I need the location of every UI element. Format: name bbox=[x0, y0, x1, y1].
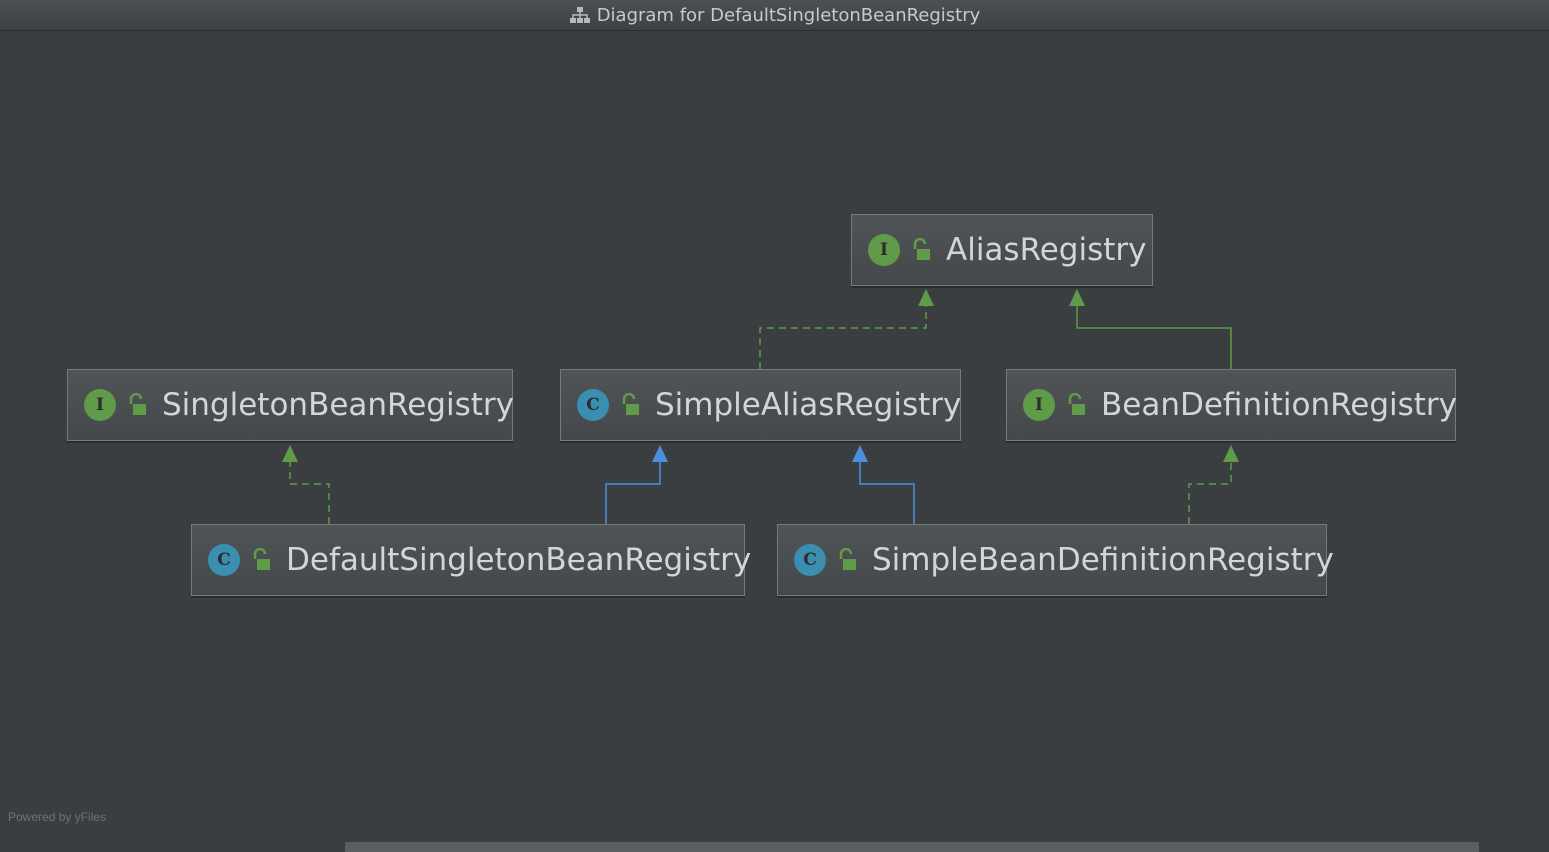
edge-defaultsingleton-extends-simplealias bbox=[605, 462, 661, 524]
node-label: AliasRegistry bbox=[946, 232, 1147, 268]
class-icon: C bbox=[577, 389, 609, 421]
node-alias-registry[interactable]: I AliasRegistry bbox=[851, 214, 1153, 286]
public-unlock-icon bbox=[839, 548, 856, 570]
public-unlock-icon bbox=[622, 393, 639, 415]
hierarchy-diagram-icon bbox=[569, 7, 590, 23]
window-title-bar: Diagram for DefaultSingletonBeanRegistry bbox=[0, 0, 1549, 31]
public-unlock-icon bbox=[913, 238, 930, 260]
node-label: BeanDefinitionRegistry bbox=[1101, 387, 1458, 423]
class-icon: C bbox=[794, 544, 826, 576]
interface-icon: I bbox=[1023, 389, 1055, 421]
inheritance-edges bbox=[282, 289, 1239, 524]
node-bean-definition-registry[interactable]: I BeanDefinitionRegistry bbox=[1006, 369, 1458, 441]
powered-by-label: Powered by yFiles bbox=[8, 810, 107, 824]
node-simple-bean-definition-registry[interactable]: C SimpleBeanDefinitionRegistry bbox=[777, 524, 1334, 596]
arrow-head bbox=[852, 445, 868, 462]
node-label: SingletonBeanRegistry bbox=[162, 387, 514, 423]
edge-simplebeandef-implements-beandef bbox=[1188, 462, 1232, 524]
arrow-head bbox=[1223, 445, 1239, 462]
edge-beandef-extends-alias bbox=[1076, 306, 1232, 369]
window-title: Diagram for DefaultSingletonBeanRegistry bbox=[596, 4, 981, 26]
node-label: SimpleAliasRegistry bbox=[655, 387, 962, 423]
interface-icon: I bbox=[868, 234, 900, 266]
node-label: SimpleBeanDefinitionRegistry bbox=[872, 542, 1334, 578]
node-singleton-bean-registry[interactable]: I SingletonBeanRegistry bbox=[67, 369, 514, 441]
public-unlock-icon bbox=[129, 393, 146, 415]
public-unlock-icon bbox=[1068, 393, 1085, 415]
edge-simplealias-implements-alias bbox=[759, 306, 927, 369]
edge-defaultsingleton-implements-singleton bbox=[289, 462, 330, 524]
node-default-singleton-bean-registry[interactable]: C DefaultSingletonBeanRegistry bbox=[191, 524, 751, 596]
public-unlock-icon bbox=[253, 548, 270, 570]
class-icon: C bbox=[208, 544, 240, 576]
arrow-head bbox=[652, 445, 668, 462]
node-label: DefaultSingletonBeanRegistry bbox=[286, 542, 752, 578]
node-simple-alias-registry[interactable]: C SimpleAliasRegistry bbox=[560, 369, 961, 441]
arrow-head bbox=[918, 289, 934, 306]
interface-icon: I bbox=[84, 389, 116, 421]
edge-simplebeandef-extends-simplealias bbox=[859, 462, 915, 524]
horizontal-scrollbar[interactable] bbox=[345, 842, 1479, 852]
diagram-canvas[interactable]: I AliasRegistry I SingletonBeanRegistry … bbox=[0, 31, 1549, 852]
arrow-head bbox=[1069, 289, 1085, 306]
arrow-head bbox=[282, 445, 298, 462]
